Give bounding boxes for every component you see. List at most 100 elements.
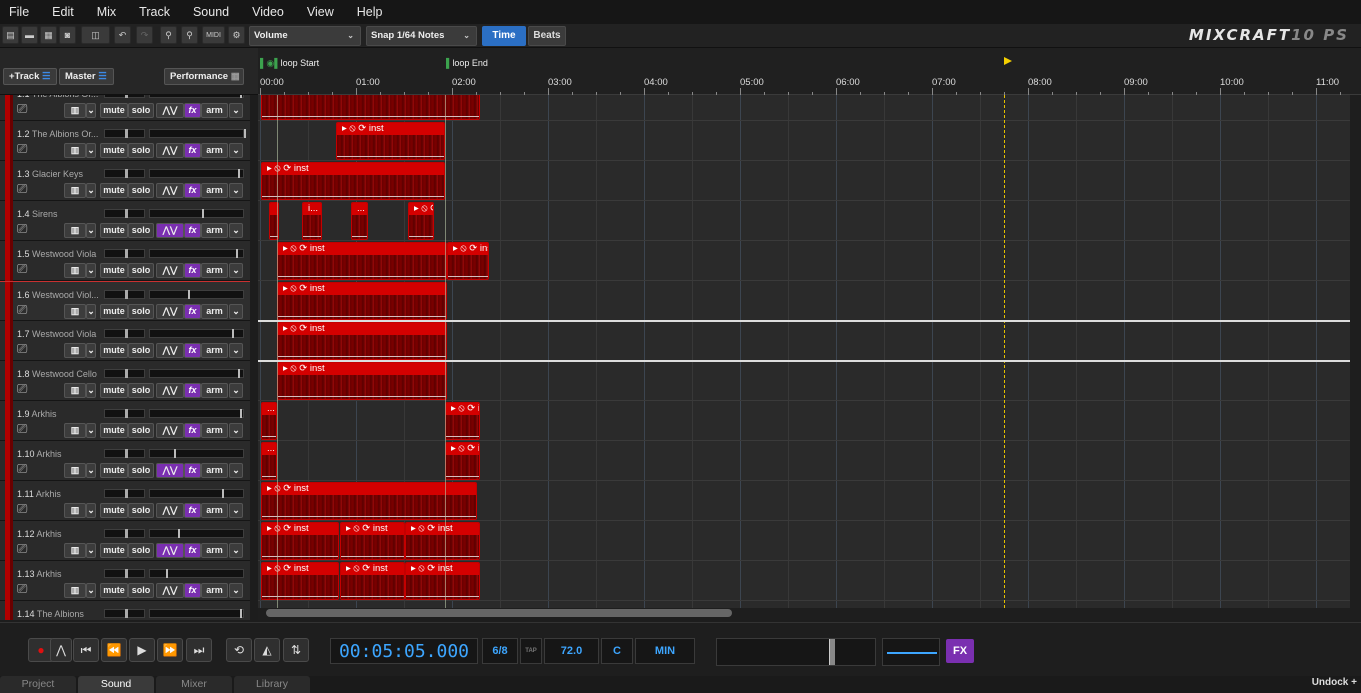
menu-edit[interactable]: Edit [45,0,81,24]
track-volume-slider[interactable] [104,529,145,538]
track-row[interactable]: 1.13 Arkhis ⎚ ▥ ⌄ mute solo ⋀⋁ fx arm ⌄ [0,561,250,601]
slider-knob[interactable] [240,95,242,98]
slider-knob[interactable] [125,329,128,338]
slider-knob[interactable] [125,249,128,258]
solo-button[interactable]: solo [128,343,154,358]
keyboard-instrument-icon[interactable]: ⎚ [17,302,33,318]
slider-knob[interactable] [238,369,240,378]
slider-knob[interactable] [125,209,128,218]
arm-button[interactable]: arm [201,423,228,438]
slider-knob[interactable] [125,95,128,98]
metronome-button[interactable]: ◭ [254,638,280,662]
track-name[interactable]: 1.6 Westwood Viol... [17,290,103,300]
rewind-button[interactable]: ⏪ [101,638,127,662]
audio-clip[interactable]: ▸ ⦸ ⟳ inst [408,202,434,240]
tab-sound[interactable]: Sound [78,676,154,693]
solo-button[interactable]: solo [128,103,154,118]
automation-envelope-icon[interactable]: ⋀⋁ [156,183,184,198]
slider-knob[interactable] [236,249,238,258]
go-to-start-button[interactable]: ⏮ [73,638,99,662]
track-name[interactable]: 1.2 The Albions Or... [17,129,103,139]
track-row[interactable]: 1.2 The Albions Or... ⎚ ▥ ⌄ mute solo ⋀⋁… [0,121,250,161]
automation-envelope-icon[interactable]: ⋀⋁ [156,583,184,598]
chevron-down-icon[interactable]: ⌄ [229,463,243,478]
mute-button[interactable]: mute [100,304,128,319]
track-volume-slider[interactable] [104,409,145,418]
slider-knob[interactable] [125,529,128,538]
undock-button[interactable]: Undock + [1312,677,1357,688]
track-volume-slider[interactable] [104,290,145,299]
fx-button[interactable]: fx [184,143,201,158]
slider-knob[interactable] [244,129,246,138]
piano-roll-icon[interactable]: ▥ [64,263,86,278]
go-to-end-button[interactable]: ⏭ [186,638,212,662]
mute-button[interactable]: mute [100,343,128,358]
track-row[interactable]: 1.6 Westwood Viol... ⎚ ▥ ⌄ mute solo ⋀⋁ … [0,281,250,322]
track-name[interactable]: 1.3 Glacier Keys [17,169,103,179]
arm-button[interactable]: arm [201,263,228,278]
sync-button[interactable]: ⇅ [283,638,309,662]
track-name[interactable]: 1.8 Westwood Cello [17,369,103,379]
track-lane[interactable] [258,601,1350,608]
solo-button[interactable]: solo [128,304,154,319]
track-volume-slider[interactable] [104,95,145,98]
keyboard-instrument-icon[interactable]: ⎚ [17,141,33,157]
track-row[interactable]: 1.10 Arkhis ⎚ ▥ ⌄ mute solo ⋀⋁ fx arm ⌄ [0,441,250,481]
fx-button[interactable]: fx [184,343,201,358]
keyboard-instrument-icon[interactable]: ⎚ [17,381,33,397]
slider-knob[interactable] [222,489,224,498]
track-pan-slider[interactable] [149,290,244,299]
track-pan-slider[interactable] [149,95,244,98]
audio-clip[interactable]: ▸ ⦸ ⟳ inst [405,562,480,600]
slider-knob[interactable] [125,489,128,498]
keyboard-instrument-icon[interactable]: ⎚ [17,581,33,597]
fx-button[interactable]: fx [184,263,201,278]
mute-button[interactable]: mute [100,223,128,238]
track-volume-slider[interactable] [104,249,145,258]
playhead-line[interactable] [1004,95,1005,608]
track-row[interactable]: 1.3 Glacier Keys ⎚ ▥ ⌄ mute solo ⋀⋁ fx a… [0,161,250,201]
arm-button[interactable]: arm [201,223,228,238]
tab-library[interactable]: Library [234,676,310,693]
chevron-down-icon[interactable]: ⌄ [229,183,243,198]
fx-button[interactable]: fx [184,463,201,478]
piano-roll-icon[interactable]: ▥ [64,383,86,398]
audio-clip[interactable]: ▸ ⦸ ⟳ inst [277,282,447,320]
automation-envelope-icon[interactable]: ⋀⋁ [156,103,184,118]
track-pan-slider[interactable] [149,369,244,378]
track-volume-slider[interactable] [104,169,145,178]
audio-clip[interactable]: ▸ ⦸ ⟳ inst [445,442,480,480]
track-row[interactable]: 1.5 Westwood Viola ⎚ ▥ ⌄ mute solo ⋀⋁ fx… [0,241,250,281]
fx-button[interactable]: fx [184,183,201,198]
chevron-down-icon[interactable]: ⌄ [86,423,96,438]
mode-display[interactable]: MIN [635,638,695,664]
fx-button[interactable]: fx [184,383,201,398]
slider-knob[interactable] [178,529,180,538]
track-pan-slider[interactable] [149,409,244,418]
mute-button[interactable]: mute [100,103,128,118]
track-name[interactable]: 1.13 Arkhis [17,569,103,579]
audio-clip[interactable]: ▸ ⦸ ⟳ inst [405,522,480,560]
redo-icon[interactable]: ↷ [136,26,153,44]
piano-roll-icon[interactable]: ▥ [64,583,86,598]
chevron-down-icon[interactable]: ⌄ [86,503,96,518]
audio-clip[interactable]: ▸ ⦸ ⟳ inst [277,322,447,360]
mute-button[interactable]: mute [100,503,128,518]
track-pan-slider[interactable] [149,169,244,178]
piano-roll-icon[interactable]: ▥ [64,103,86,118]
chevron-down-icon[interactable]: ⌄ [229,143,243,158]
arm-button[interactable]: arm [201,503,228,518]
track-row[interactable]: 1.14 The Albions ⎚ ▥ ⌄ mute solo ⋀⋁ fx a… [0,601,250,620]
solo-button[interactable]: solo [128,503,154,518]
play-button[interactable]: ▶ [129,638,155,662]
solo-button[interactable]: solo [128,463,154,478]
track-volume-slider[interactable] [104,129,145,138]
tab-mixer[interactable]: Mixer [156,676,232,693]
audio-clip[interactable]: ▸ ⦸ ⟳ inst [336,122,445,160]
tap-tempo-button[interactable]: TAP [520,638,542,664]
track-pan-slider[interactable] [149,129,246,138]
loop-start-marker[interactable]: ▌◉▌loop Start [260,58,319,69]
chevron-down-icon[interactable]: ⌄ [86,304,96,319]
fx-button[interactable]: fx [184,583,201,598]
piano-roll-icon[interactable]: ▥ [64,423,86,438]
